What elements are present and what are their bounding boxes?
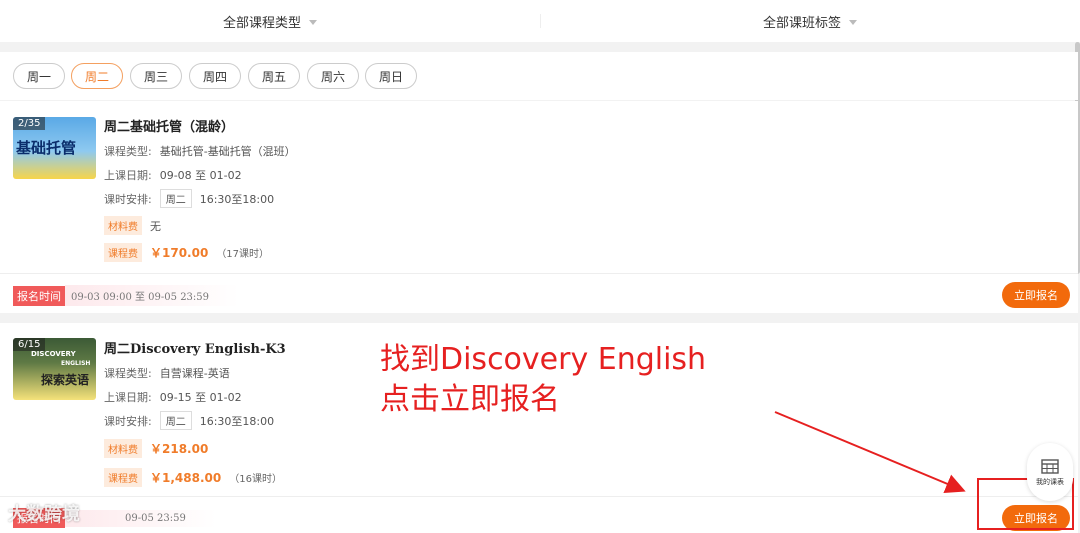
watermark: 大数跨境 [8, 504, 80, 525]
my-schedule-button[interactable]: 我的课表 [1027, 443, 1073, 501]
calendar-icon [1041, 458, 1059, 474]
annotation-arrow [774, 411, 966, 494]
my-schedule-label: 我的课表 [1036, 477, 1064, 486]
